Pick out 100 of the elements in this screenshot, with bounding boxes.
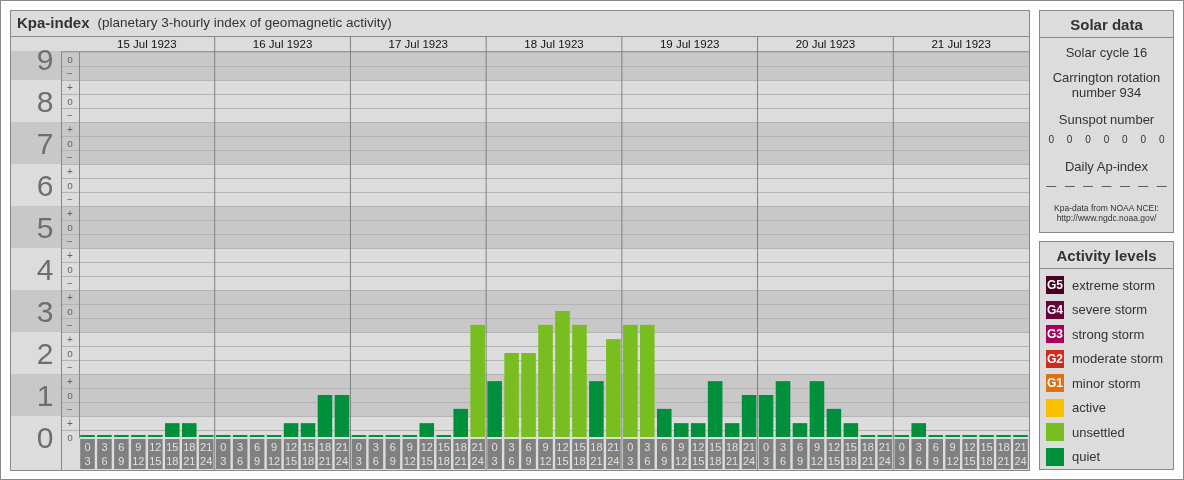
time-slot-label: 3 6 — [504, 439, 519, 469]
axis-label: 1 — [36, 378, 54, 412]
level-label: moderate storm — [1072, 350, 1164, 368]
time-slot-label: 21 24 — [198, 439, 214, 469]
scale-sign: − — [67, 361, 73, 373]
sunspot-value: 0 — [1066, 133, 1073, 147]
time-slot-label: 0 3 — [80, 439, 95, 469]
x-tick-label: 0 3 — [220, 441, 227, 467]
time-slot-label: 0 3 — [623, 439, 638, 469]
scale-sign: o — [67, 137, 73, 149]
time-slot-label: 15 18 — [979, 439, 994, 469]
level-swatch: G1 — [1046, 374, 1064, 393]
time-slot-label: 3 6 — [911, 439, 926, 469]
kp-bar — [453, 408, 468, 437]
scale-sign: o — [67, 389, 73, 401]
time-slot-label: 21 24 — [470, 439, 485, 469]
time-slot-label: 0 3 — [487, 439, 502, 469]
carrington-rotation: Carrington rotation number 934 — [1051, 70, 1162, 100]
x-tick-label: 3 6 — [101, 441, 108, 467]
time-slot-label: 9 12 — [538, 439, 553, 469]
sunspot-value: 0 — [1048, 133, 1054, 147]
x-tick-label: 6 9 — [525, 441, 532, 467]
time-slot-label: 3 6 — [640, 439, 655, 469]
x-tick-label: 0 3 — [627, 441, 634, 467]
x-tick-label: 6 9 — [661, 441, 668, 467]
panel-title: Solar data — [1040, 11, 1173, 38]
axis-label: 3 — [36, 294, 54, 328]
ap-index-value: — — [1083, 179, 1094, 193]
data-source-url: http://www.ngdc.noaa.gov/ — [1055, 213, 1158, 223]
x-tick-label: 0 3 — [355, 441, 362, 467]
x-tick-label: 3 6 — [508, 441, 515, 467]
time-slot-label: 15 18 — [436, 439, 451, 469]
x-tick-label: 3 6 — [779, 441, 787, 467]
date-label: 17 Jul 1923 — [388, 38, 448, 50]
time-slot-label: 6 9 — [928, 439, 943, 469]
ap-index-label: Daily Ap-index — [1063, 159, 1150, 174]
scale-sign: + — [67, 375, 73, 387]
time-slot-label: 21 24 — [877, 439, 893, 469]
x-tick-label: 6 9 — [254, 441, 261, 467]
scale-sign: o — [67, 53, 73, 65]
panel-title: Activity levels — [1040, 242, 1173, 269]
x-tick-label: 6 9 — [389, 441, 396, 467]
date-label: 19 Jul 1923 — [660, 38, 720, 50]
data-source-note: Kpa-data from NOAA NCEI: — [1053, 203, 1160, 213]
axis-label: 0 — [36, 420, 54, 454]
time-slot-label: 3 6 — [775, 439, 791, 469]
level-swatch: G2 — [1046, 349, 1064, 368]
time-slot-label: 12 15 — [555, 439, 570, 469]
scale-sign: + — [67, 123, 73, 135]
kp-bar — [165, 423, 180, 437]
time-slot-label: 9 12 — [131, 439, 146, 469]
time-slot-label: 6 9 — [521, 439, 536, 469]
sunspot-value: 0 — [1122, 133, 1128, 147]
ap-index-value: — — [1101, 179, 1112, 193]
time-slot-label: 6 9 — [792, 439, 808, 469]
scale-sign: − — [67, 67, 73, 79]
scale-sign: − — [67, 319, 73, 331]
time-slot-label: 6 9 — [249, 439, 265, 469]
axis-label: 9 — [36, 42, 54, 76]
time-slot-label: 12 15 — [419, 439, 435, 469]
time-slot-label: 15 18 — [300, 439, 316, 469]
time-slot-label: 21 24 — [1013, 439, 1028, 469]
time-slot-label: 15 18 — [843, 439, 859, 469]
time-slot-label: 0 3 — [894, 439, 910, 469]
ap-index-value: — — [1064, 179, 1075, 193]
time-slot-label: 18 21 — [996, 439, 1011, 469]
scale-sign: − — [67, 403, 73, 415]
time-slot-label: 15 18 — [572, 439, 587, 469]
kp-bar — [589, 381, 604, 437]
time-slot-label: 18 21 — [453, 439, 468, 469]
time-slot-label: 21 24 — [741, 439, 757, 469]
time-slot-label: 15 18 — [707, 439, 723, 469]
time-slot-label: 12 15 — [690, 439, 706, 469]
x-tick-label: 3 6 — [372, 441, 379, 467]
time-slot-label: 9 12 — [673, 439, 689, 469]
level-label: extreme storm — [1072, 276, 1156, 295]
date-label: 20 Jul 1923 — [795, 38, 856, 50]
scale-sign: + — [67, 207, 73, 219]
kp-bar — [487, 381, 502, 437]
sunspot-label: Sunspot number — [1057, 112, 1156, 127]
axis-label: 6 — [36, 168, 54, 202]
scale-sign: o — [67, 431, 73, 443]
time-slot-label: 18 21 — [589, 439, 604, 469]
time-slot-label: 21 24 — [606, 439, 621, 469]
scale-sign: o — [67, 179, 73, 191]
scale-sign: + — [67, 417, 73, 429]
scale-sign: + — [67, 291, 73, 303]
time-slot-label: 9 12 — [266, 439, 282, 469]
time-slot-label: 9 12 — [402, 439, 418, 469]
scale-sign: − — [67, 109, 73, 121]
sunspot-value: 0 — [1085, 133, 1091, 147]
chart-subtitle: (planetary 3-hourly index of geomagnetic activity) — [97, 14, 392, 33]
scale-sign: o — [67, 95, 73, 107]
time-slot-label: 0 3 — [758, 439, 774, 469]
x-tick-label: 3 6 — [237, 441, 244, 467]
axis-label: 8 — [36, 84, 54, 118]
date-label: 16 Jul 1923 — [252, 38, 313, 50]
time-slot-label: 12 15 — [148, 439, 163, 469]
time-slot-label: 9 12 — [945, 439, 960, 469]
axis-label: 4 — [36, 252, 54, 286]
